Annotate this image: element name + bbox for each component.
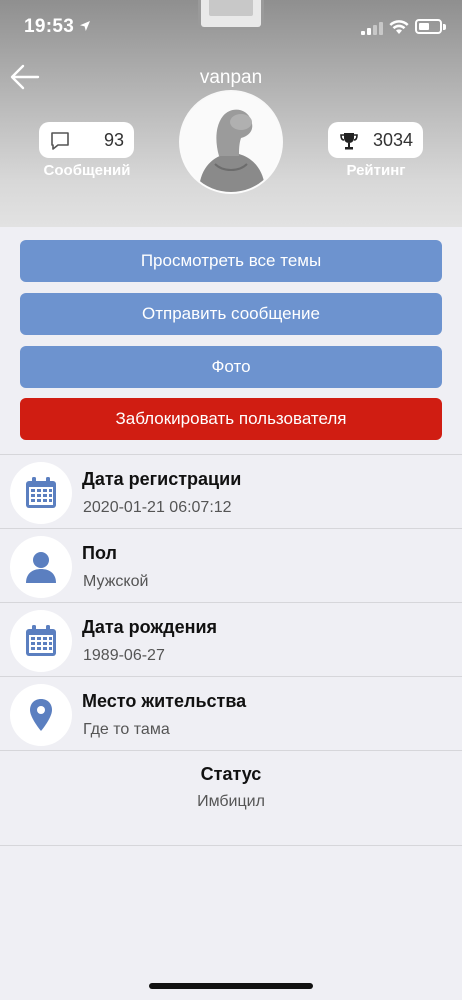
messages-label: Сообщений — [43, 162, 131, 179]
info-row-birth-date: Дата рождения 1989-06-27 — [0, 603, 462, 676]
chat-bubble-icon — [51, 132, 69, 150]
status-value: Имбицил — [197, 793, 265, 810]
info-title: Дата регистрации — [82, 469, 242, 489]
calendar-icon — [10, 610, 72, 672]
avatar-image — [181, 92, 281, 192]
profile-header: 19:53 vanpan 93 Сообщений 3034 Рейтинг — [0, 0, 462, 227]
rating-value: 3034 — [372, 130, 413, 150]
status-title: Статус — [200, 764, 262, 784]
info-title: Дата рождения — [82, 617, 218, 637]
cellular-signal-icon — [361, 21, 383, 35]
username: vanpan — [199, 67, 263, 88]
info-title: Пол — [82, 543, 117, 563]
location-pin-icon — [10, 684, 72, 746]
view-all-topics-button[interactable]: Просмотреть все темы — [20, 240, 442, 282]
info-value: Мужской — [83, 573, 149, 590]
home-indicator[interactable] — [149, 983, 313, 989]
info-value: 1989-06-27 — [83, 647, 165, 664]
battery-icon — [415, 19, 442, 34]
messages-count: 93 — [103, 130, 124, 150]
divider — [0, 845, 462, 846]
info-title: Место жительства — [82, 691, 247, 711]
avatar[interactable] — [181, 92, 281, 192]
location-arrow-icon — [80, 21, 90, 31]
info-value: Где то тама — [83, 721, 170, 738]
rating-pill[interactable]: 3034 — [328, 122, 423, 158]
info-row-residence: Место жительства Где то тама — [0, 677, 462, 750]
info-row-registration-date: Дата регистрации 2020-01-21 06:07:12 — [0, 455, 462, 528]
info-row-gender: Пол Мужской — [0, 529, 462, 602]
info-value: 2020-01-21 06:07:12 — [83, 499, 232, 516]
wifi-icon — [389, 20, 409, 34]
divider — [0, 750, 462, 751]
status-time: 19:53 — [24, 16, 75, 37]
calendar-icon — [10, 462, 72, 524]
trophy-icon — [340, 133, 358, 150]
rating-label: Рейтинг — [346, 162, 406, 179]
block-user-button[interactable]: Заблокировать пользователя — [20, 398, 442, 440]
messages-count-pill[interactable]: 93 — [39, 122, 134, 158]
photo-button[interactable]: Фото — [20, 346, 442, 388]
send-message-button[interactable]: Отправить сообщение — [20, 293, 442, 335]
user-icon — [10, 536, 72, 598]
status-bar: 19:53 — [0, 0, 462, 54]
